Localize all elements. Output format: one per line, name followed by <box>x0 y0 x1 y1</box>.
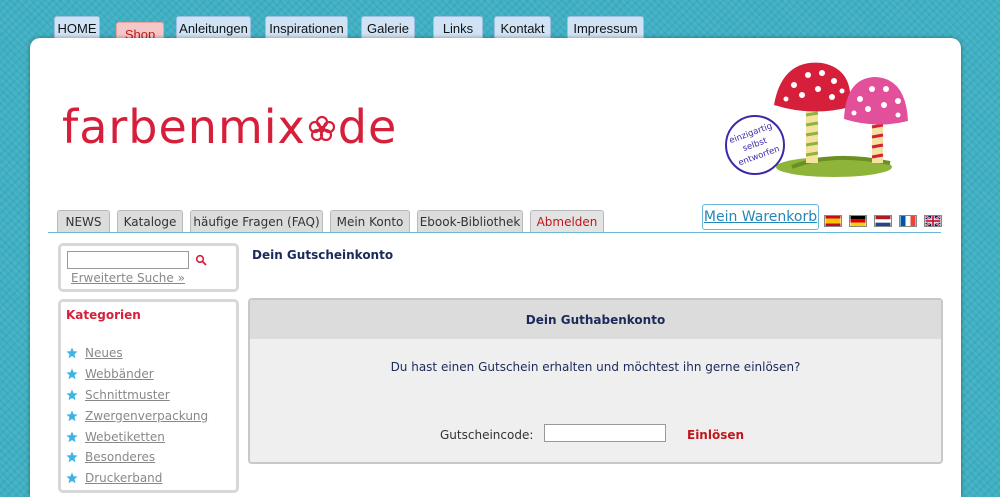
category-label: Druckerband <box>85 471 163 486</box>
categories-list: Neues Webbänder Schnittmuster Zwergenver… <box>66 343 208 489</box>
subtab-mein-konto[interactable]: Mein Konto <box>330 210 410 232</box>
category-label: Besonderes <box>85 450 156 465</box>
subtab-faq[interactable]: häufige Fragen (FAQ) <box>190 210 323 232</box>
tab-galerie[interactable]: Galerie <box>361 16 415 40</box>
star-icon <box>66 451 78 463</box>
star-icon <box>66 431 78 442</box>
flag-es-icon[interactable] <box>824 215 842 227</box>
category-item-druckerband[interactable]: Druckerband <box>66 468 208 489</box>
category-label: Webbänder <box>85 367 154 382</box>
voucher-code-label: Gutscheincode: <box>440 428 534 442</box>
subnav-divider <box>48 232 941 233</box>
search-icon[interactable] <box>195 254 207 266</box>
flower-icon <box>308 115 335 142</box>
tab-inspirationen[interactable]: Inspirationen <box>265 16 348 40</box>
tab-anleitungen[interactable]: Anleitungen <box>176 16 251 40</box>
language-flags <box>824 215 942 227</box>
tab-kontakt[interactable]: Kontakt <box>494 16 551 40</box>
flag-fr-icon[interactable] <box>899 215 917 227</box>
search-box: Erweiterte Suche » <box>58 243 239 292</box>
subtab-kataloge[interactable]: Kataloge <box>117 210 183 232</box>
star-icon <box>66 347 78 359</box>
category-label: Zwergenverpackung <box>85 408 209 423</box>
logo-suffix: de <box>337 100 398 154</box>
category-item-zwergenverpackung[interactable]: Zwergenverpackung <box>66 405 208 426</box>
category-item-webbaender[interactable]: Webbänder <box>66 364 208 385</box>
tab-links[interactable]: Links <box>433 16 483 40</box>
category-item-schnittmuster[interactable]: Schnittmuster <box>66 385 208 406</box>
subtab-ebook-bibliothek[interactable]: Ebook-Bibliothek <box>417 210 523 232</box>
site-logo[interactable]: farbenmix de <box>62 100 397 154</box>
tab-home[interactable]: HOME <box>54 16 100 40</box>
star-icon <box>66 472 78 484</box>
cart-button[interactable]: Mein Warenkorb <box>702 204 819 230</box>
category-item-webetiketten[interactable]: Webetiketten <box>66 426 208 447</box>
star-icon <box>66 368 78 380</box>
category-label: Webetiketten <box>85 429 165 444</box>
category-label: Neues <box>85 346 123 361</box>
redeem-button[interactable]: Einlösen <box>687 428 744 442</box>
star-icon <box>66 389 78 401</box>
categories-title: Kategorien <box>66 308 141 322</box>
voucher-box-title: Dein Guthabenkonto <box>250 300 941 339</box>
subtab-news[interactable]: NEWS <box>57 210 110 232</box>
flag-de-icon[interactable] <box>849 215 867 227</box>
mushroom-illustration: einzigartig selbst entworfen <box>725 62 908 177</box>
voucher-code-input[interactable] <box>544 424 666 442</box>
voucher-form-box: Dein Guthabenkonto Du hast einen Gutsche… <box>248 298 943 464</box>
tab-impressum[interactable]: Impressum <box>567 16 644 40</box>
category-item-besonderes[interactable]: Besonderes <box>66 447 208 468</box>
category-label: Schnittmuster <box>85 387 170 402</box>
star-icon <box>66 410 78 421</box>
advanced-search-link[interactable]: Erweiterte Suche » <box>71 271 185 285</box>
subtab-abmelden[interactable]: Abmelden <box>530 210 604 232</box>
page-title: Dein Gutscheinkonto <box>252 248 394 262</box>
flag-nl-icon[interactable] <box>874 215 892 227</box>
category-item-neues[interactable]: Neues <box>66 343 208 364</box>
voucher-message: Du hast einen Gutschein erhalten und möc… <box>390 360 801 374</box>
search-input[interactable] <box>67 251 189 269</box>
categories-box: Kategorien Neues Webbänder Schnittmuster… <box>58 299 239 493</box>
flag-gb-icon[interactable] <box>924 215 942 227</box>
logo-text: farbenmix <box>62 100 306 154</box>
